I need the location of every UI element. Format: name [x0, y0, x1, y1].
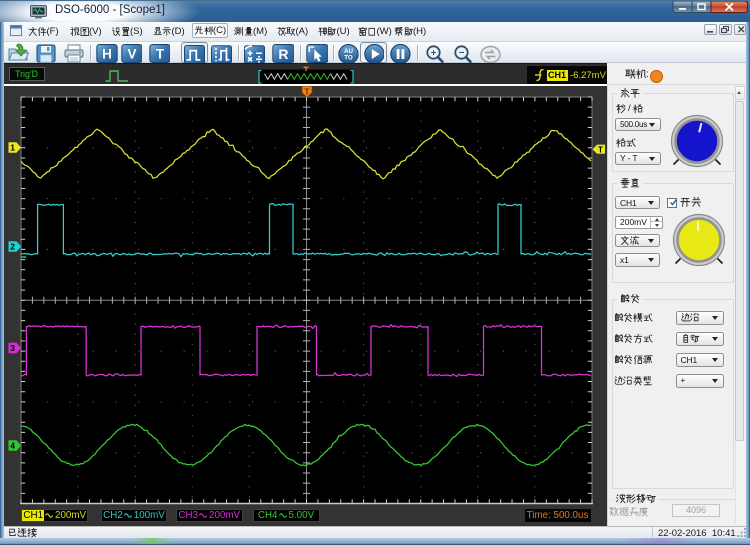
svg-text:H: H — [102, 47, 112, 62]
svg-text:V: V — [127, 47, 136, 62]
svg-text:T: T — [155, 47, 164, 62]
svg-text:2: 2 — [10, 242, 15, 252]
svg-text:R: R — [278, 46, 288, 62]
svg-text:T: T — [305, 88, 310, 97]
svg-text:TO: TO — [344, 54, 353, 61]
svg-text:1: 1 — [10, 143, 15, 153]
svg-text:3: 3 — [10, 343, 15, 353]
svg-text:4: 4 — [10, 441, 15, 451]
svg-text:+: + — [431, 47, 437, 58]
svg-text:T: T — [598, 145, 603, 154]
svg-text:−: − — [459, 47, 465, 58]
